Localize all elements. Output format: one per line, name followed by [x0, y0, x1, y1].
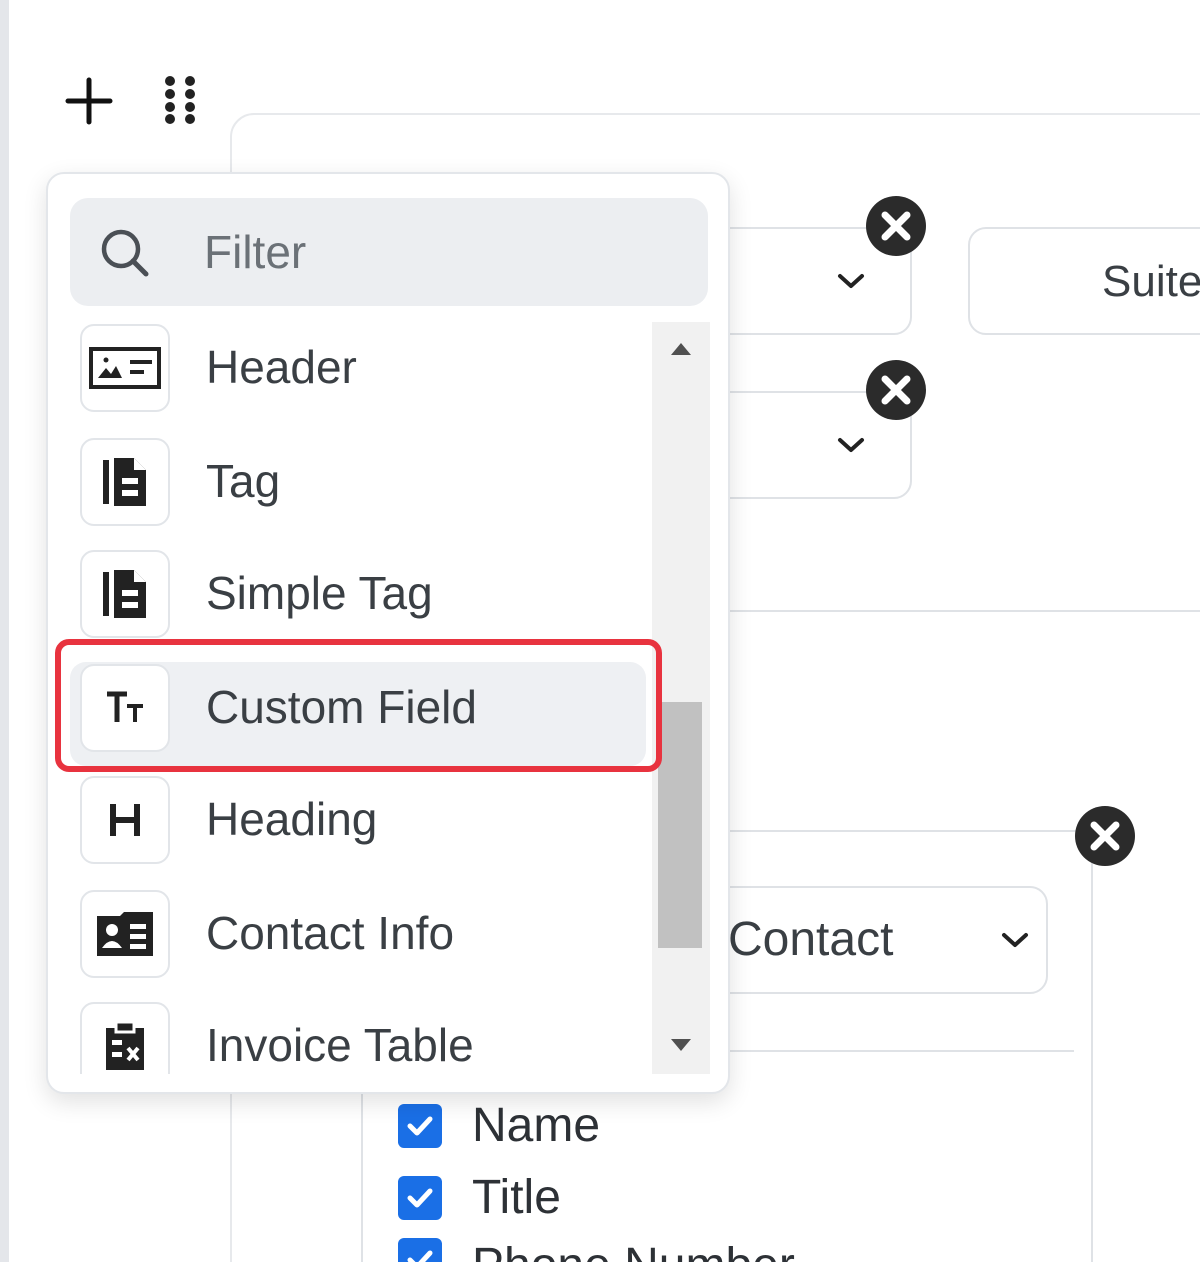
plus-icon[interactable]	[62, 74, 116, 128]
list-item-header[interactable]: Header	[70, 322, 646, 426]
title-checkbox[interactable]	[398, 1175, 442, 1220]
add-element-dropdown: Header Tag	[46, 172, 730, 1094]
checkbox-label: Title	[472, 1171, 561, 1224]
divider	[361, 1090, 363, 1262]
divider	[1091, 860, 1093, 1262]
scroll-up-icon[interactable]	[670, 342, 692, 356]
close-icon[interactable]	[864, 358, 928, 422]
element-list: Header Tag Simple Tag Custom Field Headi…	[70, 322, 650, 1074]
item-label: Header	[206, 341, 357, 393]
divider	[728, 1050, 1074, 1052]
checkbox-row-title: Title	[398, 1170, 561, 1225]
item-label: Simple Tag	[206, 567, 433, 619]
item-label: Contact Info	[206, 907, 455, 959]
drag-handle-icon[interactable]	[160, 74, 204, 126]
chevron-down-icon	[1002, 933, 1028, 947]
name-checkbox[interactable]	[398, 1103, 442, 1148]
suite-field[interactable]: Suite	[968, 227, 1200, 335]
filter-field[interactable]	[70, 198, 708, 306]
item-label: Invoice Table	[206, 1019, 474, 1071]
list-item-simple-tag[interactable]: Simple Tag	[70, 548, 646, 652]
close-icon[interactable]	[864, 194, 928, 258]
clipboard-icon	[80, 1002, 170, 1074]
phone-number-checkbox[interactable]	[398, 1238, 442, 1262]
suite-value: Suite	[1102, 257, 1200, 306]
checkbox-row-phone: Phone Number	[398, 1238, 795, 1262]
contact-card-icon	[80, 890, 170, 978]
item-label: Heading	[206, 793, 378, 845]
list-item-invoice-table[interactable]: Invoice Table	[70, 1000, 646, 1074]
list-item-contact-info[interactable]: Contact Info	[70, 888, 646, 992]
heading-icon	[80, 776, 170, 864]
list-item-heading[interactable]: Heading	[70, 774, 646, 878]
header-image-icon	[80, 324, 170, 412]
filter-input[interactable]	[204, 222, 684, 282]
chevron-down-icon	[838, 438, 864, 452]
checkbox-label: Phone Number	[472, 1238, 795, 1262]
checkbox-row-name: Name	[398, 1098, 600, 1153]
list-item-tag[interactable]: Tag	[70, 436, 646, 540]
list-scrollbar[interactable]	[652, 322, 710, 1074]
scroll-thumb[interactable]	[658, 701, 702, 948]
divider	[728, 830, 1078, 832]
contact-select-value: Contact	[728, 913, 894, 966]
document-tag-icon	[80, 550, 170, 638]
list-item-custom-field[interactable]: Custom Field	[70, 662, 646, 766]
document-tag-icon	[80, 438, 170, 526]
divider	[728, 610, 1200, 612]
text-size-icon	[80, 664, 170, 752]
chevron-down-icon	[838, 274, 864, 288]
scroll-down-icon[interactable]	[670, 1038, 692, 1052]
checkbox-label: Name	[472, 1099, 601, 1152]
search-icon	[101, 229, 149, 277]
close-icon[interactable]	[1073, 804, 1137, 868]
item-label: Custom Field	[206, 681, 477, 733]
item-label: Tag	[206, 455, 281, 507]
